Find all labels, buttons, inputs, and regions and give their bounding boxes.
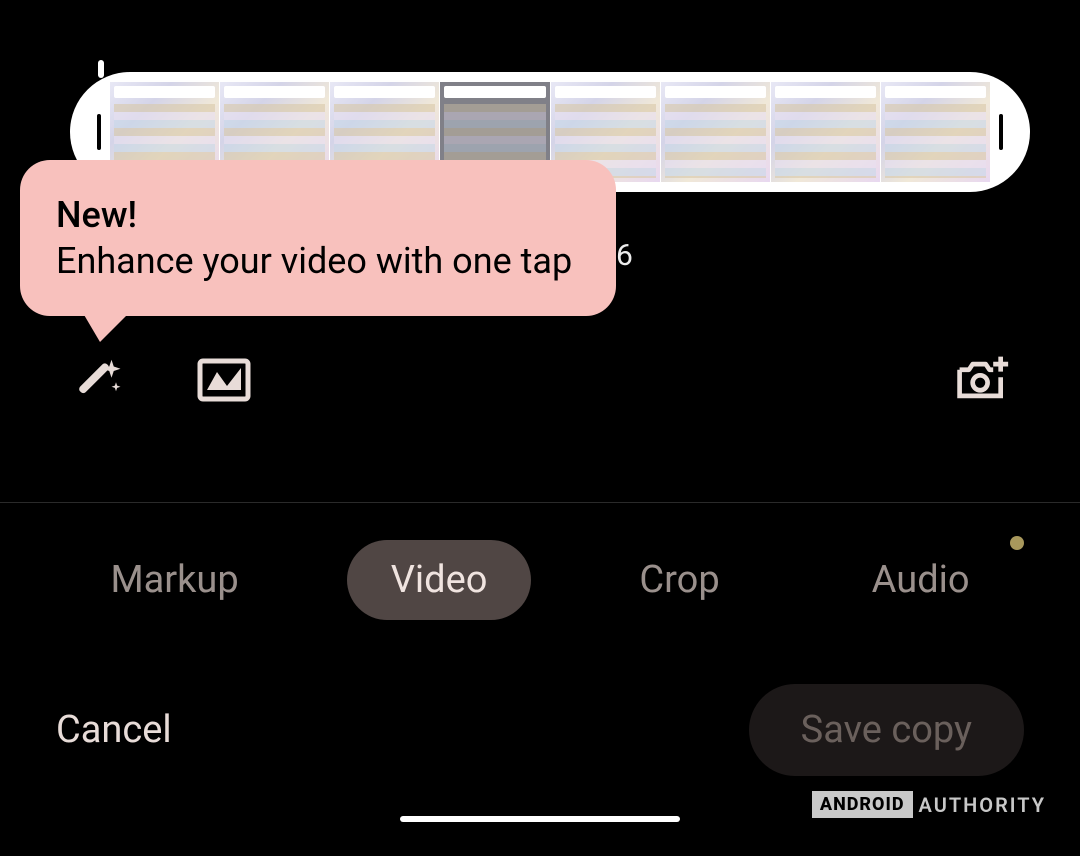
magic-wand-icon [71, 353, 125, 407]
tab-audio[interactable]: Audio [828, 540, 1014, 620]
tab-crop[interactable]: Crop [595, 540, 763, 620]
timeline-frame [881, 82, 990, 182]
watermark-box: ANDROID [812, 791, 913, 818]
timeline-playhead[interactable] [98, 60, 104, 78]
tab-label: Crop [639, 558, 719, 602]
timeline-frame [771, 82, 880, 182]
section-divider [0, 502, 1080, 503]
tooltip-title: New! [56, 194, 580, 236]
export-frame-button[interactable] [954, 352, 1010, 408]
edit-tabs: Markup Video Crop Audio [0, 540, 1080, 620]
watermark-text: AUTHORITY [919, 793, 1046, 817]
notification-dot-icon [1010, 536, 1024, 550]
enhance-button[interactable] [70, 352, 126, 408]
tab-label: Markup [110, 558, 238, 602]
trim-handle-bar [97, 114, 101, 150]
stabilize-button[interactable] [196, 352, 252, 408]
cancel-button[interactable]: Cancel [56, 708, 172, 752]
tab-markup[interactable]: Markup [66, 540, 282, 620]
edit-toolbar [0, 350, 1080, 410]
save-copy-button[interactable]: Save copy [749, 684, 1024, 776]
tooltip-body: Enhance your video with one tap [56, 240, 580, 282]
frame-icon [197, 358, 251, 402]
home-indicator[interactable] [400, 816, 680, 822]
trim-handle-bar [999, 114, 1003, 150]
tab-label: Video [391, 558, 488, 602]
tooltip-tail [80, 308, 134, 342]
watermark: ANDROID AUTHORITY [812, 791, 1046, 818]
feature-tooltip[interactable]: New! Enhance your video with one tap [20, 160, 616, 316]
trim-handle-end[interactable] [990, 72, 1012, 192]
camera-plus-icon [954, 353, 1010, 407]
timeline-frame [661, 82, 770, 182]
tab-label: Audio [872, 558, 970, 602]
action-bar: Cancel Save copy [0, 684, 1080, 776]
tab-video[interactable]: Video [347, 540, 532, 620]
timestamp-partial: 6 [616, 238, 633, 273]
